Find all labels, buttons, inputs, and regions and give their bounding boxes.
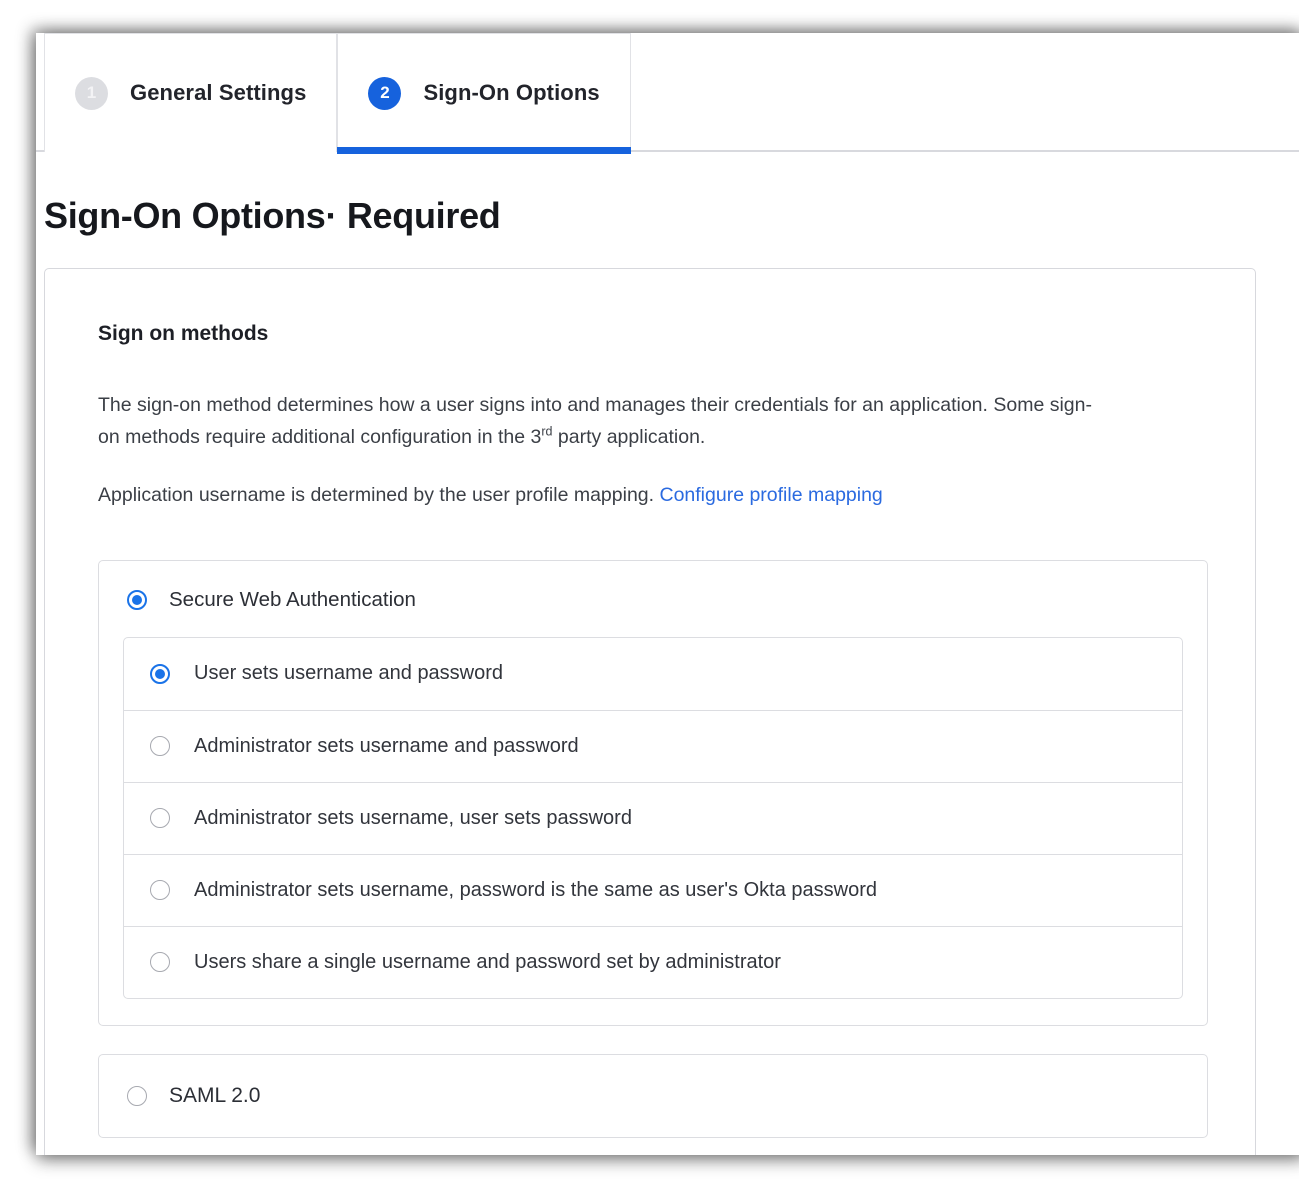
swa-option-user-sets-credentials[interactable]: 1 User sets username and password	[124, 638, 1182, 710]
swa-option-admin-username-okta-password[interactable]: 4 Administrator sets username, password …	[124, 853, 1182, 926]
screenshot-root: 1 General Settings 2 Sign-On Options Sig…	[0, 0, 1299, 1182]
tab-step-number-badge: 1	[75, 76, 108, 110]
swa-option-label: Users share a single username and passwo…	[194, 950, 781, 973]
swa-option-label: Administrator sets username, user sets p…	[194, 806, 632, 829]
swa-suboption-list: 1 User sets username and password 2 Admi…	[123, 636, 1183, 999]
ordinal-suffix: rd	[541, 424, 553, 439]
radio-swa-option-5[interactable]	[150, 952, 170, 973]
method-option-label: Secure Web Authentication	[169, 587, 416, 611]
sign-on-options-card: Sign on methods The sign-on method deter…	[44, 268, 1256, 1155]
tab-sign-on-options[interactable]: 2 Sign-On Options	[337, 33, 631, 154]
method-option-saml[interactable]: SAML 2.0	[98, 1053, 1208, 1138]
method-option-label: SAML 2.0	[169, 1083, 261, 1107]
method-option-swa[interactable]: Secure Web Authentication	[99, 588, 1207, 612]
swa-option-admin-username-user-password[interactable]: 3 Administrator sets username, user sets…	[124, 781, 1182, 854]
swa-option-label: User sets username and password	[194, 662, 504, 685]
radio-swa-option-1[interactable]	[150, 663, 170, 684]
tab-label: Sign-On Options	[423, 80, 600, 105]
radio-swa-option-4[interactable]	[150, 880, 170, 901]
page-title: Sign-On Options· Required	[44, 195, 501, 236]
section-heading: Sign on methods	[98, 322, 269, 345]
app-window-frame: 1 General Settings 2 Sign-On Options Sig…	[36, 33, 1299, 1155]
radio-saml[interactable]	[127, 1085, 147, 1106]
radio-swa[interactable]	[127, 589, 147, 610]
description-paragraph: The sign-on method determines how a user…	[98, 390, 1098, 453]
configure-profile-mapping-link[interactable]: Configure profile mapping	[659, 484, 882, 506]
swa-option-label: Administrator sets username and password	[194, 734, 579, 757]
description-text-part-2: party application.	[552, 425, 706, 448]
swa-option-label: Administrator sets username, password is…	[194, 878, 877, 901]
secure-web-authentication-group: Secure Web Authentication 1 User sets us…	[98, 559, 1208, 1026]
swa-option-admin-sets-credentials[interactable]: 2 Administrator sets username and passwo…	[124, 709, 1182, 782]
wizard-tab-strip: 1 General Settings 2 Sign-On Options	[36, 33, 1299, 154]
username-mapping-text: Application username is determined by th…	[98, 484, 655, 507]
tab-step-number-badge: 2	[368, 76, 402, 110]
radio-swa-option-3[interactable]	[150, 808, 170, 829]
username-mapping-paragraph: Application username is determined by th…	[98, 480, 1098, 512]
radio-swa-option-2[interactable]	[150, 736, 170, 757]
tab-general-settings[interactable]: 1 General Settings	[44, 33, 338, 152]
tab-label: General Settings	[130, 80, 307, 105]
swa-option-shared-credentials[interactable]: 5 Users share a single username and pass…	[124, 925, 1182, 998]
